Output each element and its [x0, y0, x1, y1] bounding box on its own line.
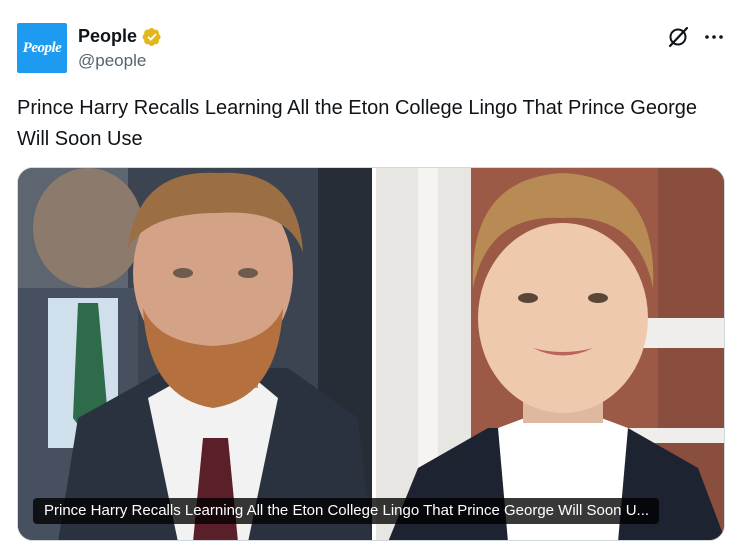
account-name-row: People	[78, 26, 162, 47]
grok-icon[interactable]	[666, 25, 690, 49]
gold-verified-badge-icon	[142, 27, 162, 47]
card-image	[18, 168, 724, 540]
avatar-logo-text: People	[22, 39, 62, 56]
account-handle[interactable]: @people	[78, 51, 146, 71]
card-caption: Prince Harry Recalls Learning All the Et…	[33, 498, 660, 524]
prince-george-photo	[376, 168, 724, 540]
tweet-text: Prince Harry Recalls Learning All the Et…	[17, 97, 697, 150]
account-name[interactable]: People	[78, 26, 137, 47]
account-avatar[interactable]: People	[17, 23, 67, 73]
more-options-icon[interactable]	[702, 25, 726, 49]
link-preview-card[interactable]: Prince Harry Recalls Learning All the Et…	[17, 167, 725, 541]
prince-harry-photo	[18, 168, 372, 540]
